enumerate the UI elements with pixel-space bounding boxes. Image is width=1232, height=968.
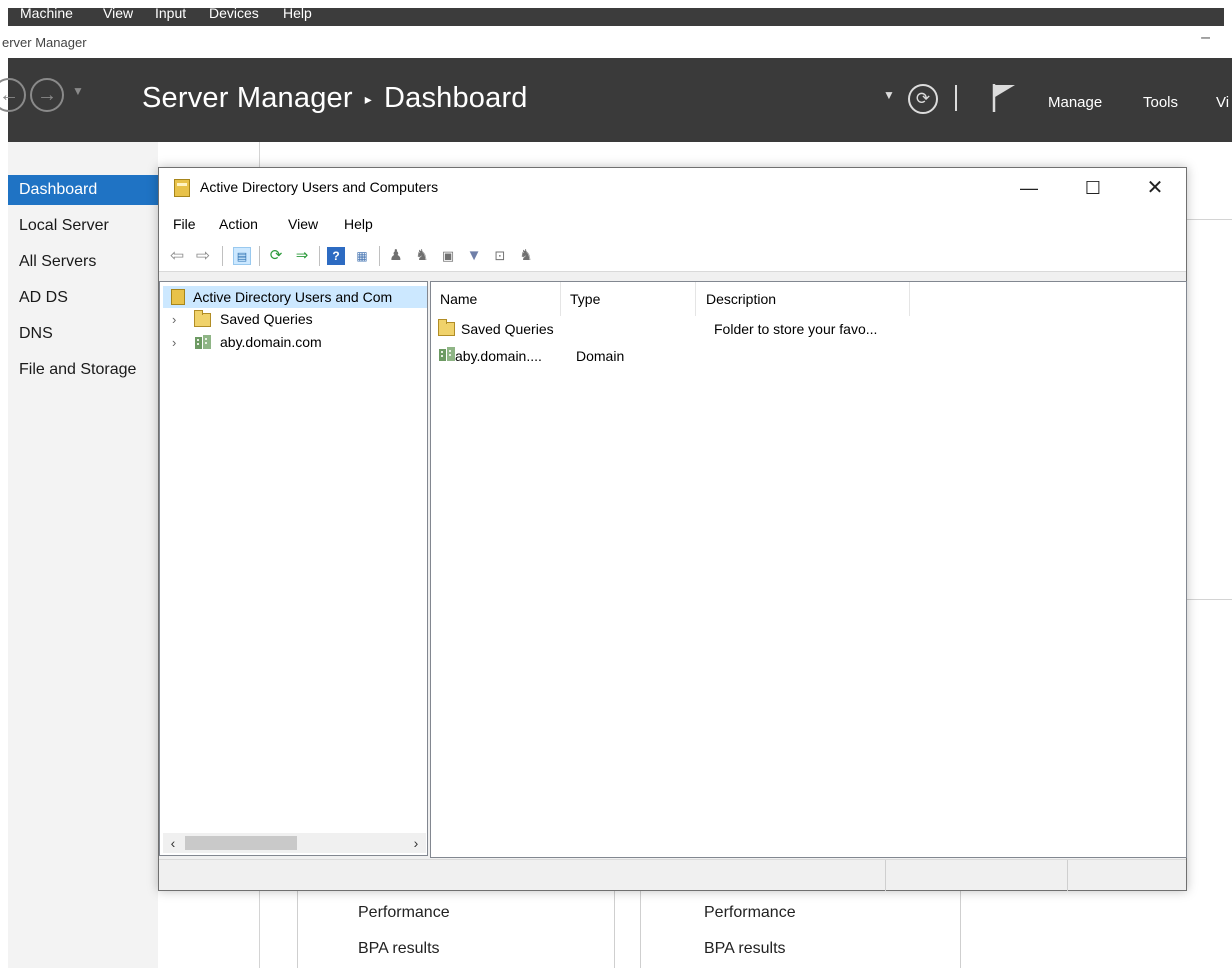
view-menu[interactable]: Vi: [1216, 94, 1229, 111]
back-icon[interactable]: ⇦: [168, 247, 186, 265]
aduc-app-icon: [174, 179, 190, 197]
aduc-maximize-button[interactable]: ☐: [1063, 168, 1123, 208]
aduc-status-bar: [159, 859, 1186, 891]
server-tile-right: Performance BPA results: [640, 882, 961, 968]
breadcrumb: Server Manager ▸ Dashboard: [142, 82, 528, 115]
chevron-right-icon[interactable]: ›: [172, 332, 176, 354]
new-ou-icon[interactable]: ▣: [439, 247, 457, 265]
tree-horizontal-scrollbar[interactable]: ‹ ›: [163, 833, 426, 853]
show-action-pane-icon[interactable]: ▦: [353, 247, 371, 265]
row-type: Domain: [576, 348, 625, 364]
tools-menu[interactable]: Tools: [1143, 94, 1178, 111]
console-tree: Active Directory Users and Com › Saved Q…: [159, 281, 428, 856]
aduc-window-title: Active Directory Users and Computers: [200, 179, 439, 195]
aduc-node-icon: [171, 289, 185, 305]
aduc-menubar: File Action View Help: [159, 208, 1186, 240]
details-list: Name Type Description Saved Queries Fold…: [430, 281, 1187, 858]
tree-item-saved-queries[interactable]: › Saved Queries: [172, 308, 313, 330]
vm-menubar: Machine View Input Devices Help: [0, 0, 1232, 27]
scroll-thumb[interactable]: [185, 836, 297, 850]
folder-icon: [438, 319, 455, 336]
server-tile-left: Performance BPA results: [297, 882, 615, 968]
help-icon[interactable]: ?: [327, 247, 345, 265]
vm-menu-machine[interactable]: Machine: [20, 8, 73, 26]
refresh-icon[interactable]: ⟳: [908, 84, 938, 114]
scroll-left-icon[interactable]: ‹: [163, 833, 183, 853]
server-manager-window-title: erver Manager: [2, 35, 87, 50]
folder-icon: [194, 310, 211, 327]
tree-item-label: Saved Queries: [220, 311, 313, 327]
tree-item-label: aby.domain.com: [220, 334, 322, 350]
back-circle-icon[interactable]: ←: [0, 78, 26, 112]
scroll-right-icon[interactable]: ›: [406, 833, 426, 853]
forward-icon[interactable]: ⇨: [194, 247, 212, 265]
status-separator: [1067, 860, 1068, 891]
sidebar-item-all-servers[interactable]: All Servers: [8, 247, 160, 277]
server-manager-titlebar: erver Manager –: [0, 27, 1232, 58]
menu-file[interactable]: File: [173, 216, 196, 232]
sidebar-item-dns[interactable]: DNS: [8, 319, 160, 349]
row-description: Folder to store your favo...: [714, 321, 878, 337]
vm-menu-view[interactable]: View: [103, 8, 133, 26]
menu-help[interactable]: Help: [344, 216, 373, 232]
row-name: Saved Queries: [461, 321, 554, 337]
notifications-flag-icon[interactable]: [988, 80, 1022, 114]
sidebar-item-ad-ds[interactable]: AD DS: [8, 283, 160, 313]
tile-border-bottom: [1187, 599, 1232, 600]
new-user-icon[interactable]: ♟: [387, 247, 405, 265]
domain-icon: [195, 335, 211, 349]
tile-left-bpa-results[interactable]: BPA results: [358, 940, 440, 958]
column-header-type[interactable]: Type: [561, 282, 696, 316]
filter-icon[interactable]: ▼: [465, 247, 483, 265]
nav-dropdown-icon[interactable]: ▼: [72, 84, 84, 98]
aduc-titlebar: Active Directory Users and Computers — ☐…: [159, 168, 1186, 208]
breadcrumb-separator-icon: ▸: [364, 90, 372, 107]
sidebar-item-file-and-storage[interactable]: File and Storage: [8, 355, 160, 385]
tile-right-performance[interactable]: Performance: [704, 904, 796, 922]
tree-item-domain[interactable]: › aby.domain.com: [172, 331, 322, 353]
menu-action[interactable]: Action: [219, 216, 258, 232]
breadcrumb-dropdown-icon[interactable]: ▼: [883, 88, 895, 102]
minimize-button[interactable]: –: [1201, 29, 1210, 47]
toolbar-separator: [319, 246, 320, 266]
aduc-toolbar: ⇦ ⇨ ▤ ⟳ ⇒ ? ▦ ♟ ♞ ▣ ▼ ⊡ ♞: [159, 240, 1186, 272]
find-icon[interactable]: ⊡: [491, 247, 509, 265]
menu-view[interactable]: View: [288, 216, 318, 232]
refresh-icon[interactable]: ⟳: [267, 247, 285, 265]
aduc-window: Active Directory Users and Computers — ☐…: [158, 167, 1187, 891]
vm-menu-input[interactable]: Input: [155, 8, 186, 26]
vm-menubar-strip: Machine View Input Devices Help: [8, 8, 1224, 26]
manage-menu[interactable]: Manage: [1048, 94, 1102, 111]
vm-menu-devices[interactable]: Devices: [209, 8, 259, 26]
chevron-right-icon[interactable]: ›: [172, 309, 176, 331]
aduc-close-button[interactable]: ✕: [1125, 168, 1185, 208]
aduc-minimize-button[interactable]: —: [999, 168, 1059, 208]
tree-root-aduc[interactable]: Active Directory Users and Com: [163, 286, 427, 308]
add-to-group-icon[interactable]: ♞: [517, 247, 535, 265]
tile-border-top: [1187, 219, 1232, 220]
toolbar-separator: [222, 246, 223, 266]
sidebar-item-local-server[interactable]: Local Server: [8, 211, 160, 241]
forward-circle-icon[interactable]: →: [30, 78, 64, 112]
toolbar-separator: [379, 246, 380, 266]
export-list-icon[interactable]: ⇒: [293, 247, 311, 265]
tree-root-label: Active Directory Users and Com: [193, 289, 393, 305]
status-separator: [885, 860, 886, 891]
new-group-icon[interactable]: ♞: [413, 247, 431, 265]
breadcrumb-app: Server Manager: [142, 82, 353, 114]
server-manager-header: ← → ▼ Server Manager ▸ Dashboard ▼ ⟳ Manag…: [0, 58, 1232, 142]
column-header-name[interactable]: Name: [431, 282, 561, 316]
toolbar-separator: [259, 246, 260, 266]
server-manager-sidebar: Dashboard Local Server All Servers AD DS…: [8, 142, 160, 968]
row-name: aby.domain....: [455, 348, 542, 364]
sidebar-item-dashboard[interactable]: Dashboard: [8, 175, 160, 205]
column-header-description[interactable]: Description: [697, 282, 910, 316]
domain-icon: [439, 347, 455, 361]
header-divider: [955, 85, 957, 111]
tile-right-bpa-results[interactable]: BPA results: [704, 940, 786, 958]
tile-left-performance[interactable]: Performance: [358, 904, 450, 922]
vm-menu-help[interactable]: Help: [283, 8, 312, 26]
show-console-tree-icon[interactable]: ▤: [233, 247, 251, 265]
breadcrumb-page: Dashboard: [383, 82, 528, 114]
